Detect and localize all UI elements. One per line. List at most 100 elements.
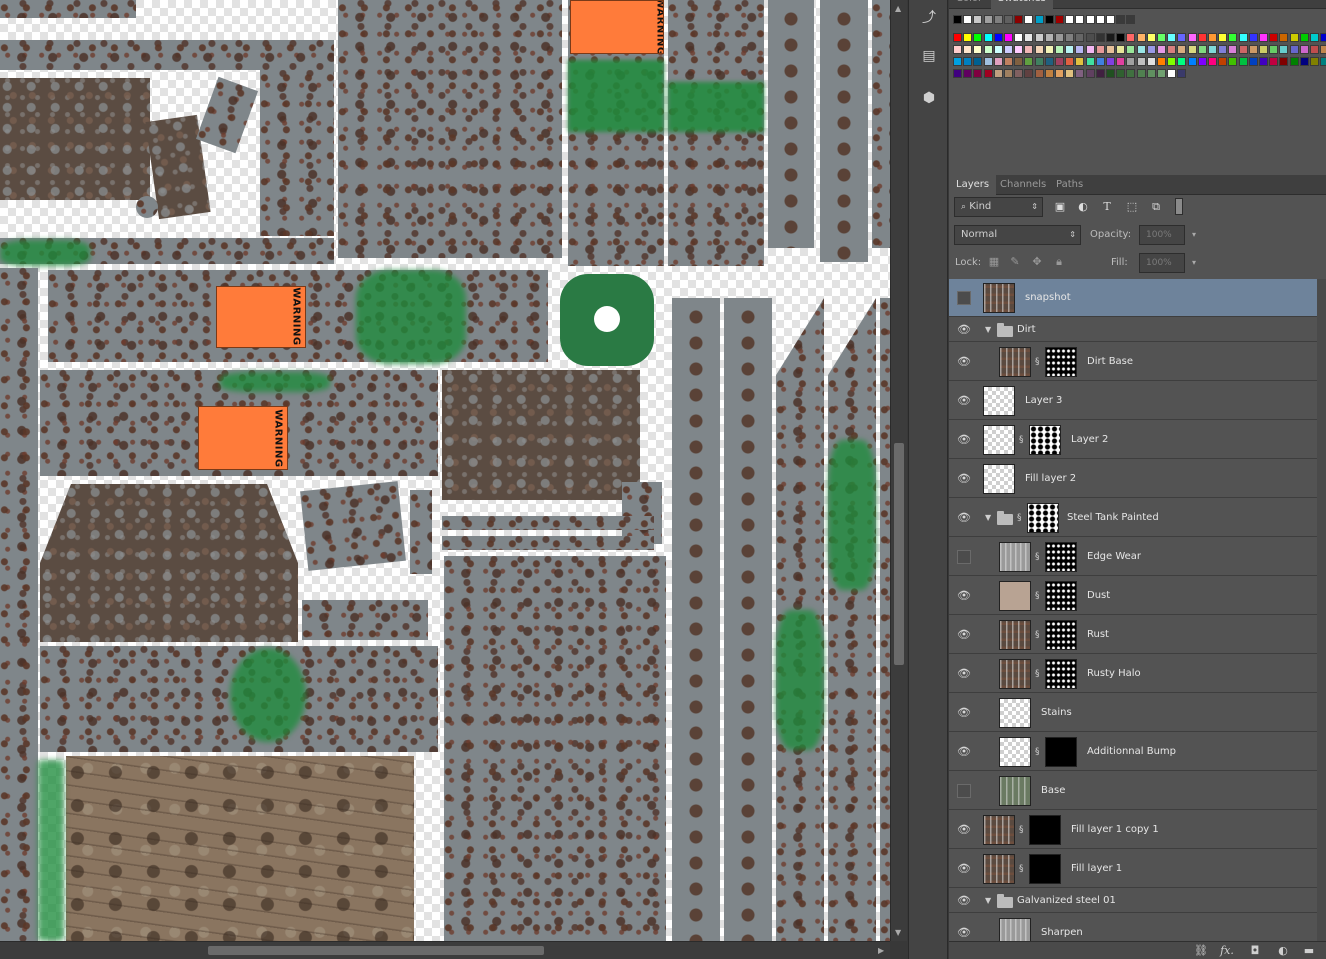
tab-channels[interactable]: Channels xyxy=(993,175,1053,195)
link-chain-icon[interactable]: § xyxy=(1017,512,1023,524)
color-swatch[interactable] xyxy=(993,69,1003,78)
layer-row[interactable]: 👁︎ Layer 3 xyxy=(949,382,1326,420)
color-swatch[interactable] xyxy=(1065,69,1075,78)
color-swatch[interactable] xyxy=(1106,33,1115,42)
visibility-toggle-empty[interactable] xyxy=(957,550,971,564)
layer-thumbnail[interactable] xyxy=(983,854,1015,884)
color-swatch[interactable] xyxy=(1269,33,1279,42)
visibility-toggle-empty[interactable] xyxy=(957,291,971,305)
color-swatch[interactable] xyxy=(953,15,962,24)
color-swatch[interactable] xyxy=(1034,57,1044,66)
color-swatch[interactable] xyxy=(1095,33,1105,42)
color-swatch[interactable] xyxy=(963,15,973,24)
layer-row[interactable]: 👁︎ § Fill layer 1 xyxy=(949,850,1326,888)
color-swatch[interactable] xyxy=(1085,69,1095,78)
color-swatch[interactable] xyxy=(1024,69,1034,78)
color-swatch[interactable] xyxy=(983,33,993,42)
color-swatch[interactable] xyxy=(953,45,962,54)
color-swatch[interactable] xyxy=(983,69,993,78)
layer-mask-thumbnail[interactable] xyxy=(1027,503,1059,533)
color-swatch[interactable] xyxy=(1136,57,1146,66)
mask-icon[interactable]: ◘ xyxy=(1247,944,1263,957)
layer-row[interactable]: 👁︎ § Rust xyxy=(949,616,1326,654)
layer-name[interactable]: Dust xyxy=(1087,590,1110,601)
layer-mask-thumbnail[interactable] xyxy=(1045,737,1077,767)
color-swatch[interactable] xyxy=(1177,57,1187,66)
color-swatch[interactable] xyxy=(1095,15,1105,24)
layer-thumbnail[interactable] xyxy=(999,698,1031,728)
visibility-eye-icon[interactable]: 👁︎ xyxy=(957,472,971,486)
color-swatch[interactable] xyxy=(1014,33,1024,42)
layer-mask-thumbnail[interactable] xyxy=(1029,425,1061,455)
color-swatch[interactable] xyxy=(1136,69,1146,78)
color-swatch[interactable] xyxy=(1218,45,1228,54)
color-swatch[interactable] xyxy=(1034,33,1044,42)
link-chain-icon[interactable]: § xyxy=(1035,668,1041,680)
layer-row[interactable]: 👁︎ § Layer 2 xyxy=(949,421,1326,459)
layer-list[interactable]: snapshot 👁︎ ▼ Dirt 👁︎ § Dirt Base 👁︎ Layer 3 👁︎ § L… xyxy=(949,279,1326,942)
layer-row[interactable]: 👁︎ ▼ Dirt xyxy=(949,318,1326,342)
color-swatch[interactable] xyxy=(1167,69,1177,78)
layer-row[interactable]: 👁︎ § Rusty Halo xyxy=(949,655,1326,693)
layer-name[interactable]: Rust xyxy=(1087,629,1109,640)
color-swatch[interactable] xyxy=(993,15,1003,24)
layer-thumbnail[interactable] xyxy=(983,283,1015,313)
layer-row[interactable]: 👁︎ § Fill layer 1 copy 1 xyxy=(949,811,1326,849)
link-chain-icon[interactable]: § xyxy=(1035,746,1041,758)
color-swatch[interactable] xyxy=(1218,57,1228,66)
color-swatch[interactable] xyxy=(1228,33,1238,42)
layer-name[interactable]: Layer 3 xyxy=(1025,395,1062,406)
color-swatch[interactable] xyxy=(1228,57,1238,66)
visibility-eye-icon[interactable]: 👁︎ xyxy=(957,706,971,720)
color-swatch[interactable] xyxy=(1044,33,1054,42)
color-swatch[interactable] xyxy=(1055,15,1064,24)
tab-swatches[interactable]: Swatches xyxy=(991,0,1053,9)
color-swatch[interactable] xyxy=(1248,33,1258,42)
color-swatch[interactable] xyxy=(1024,45,1034,54)
color-swatch[interactable] xyxy=(1014,45,1024,54)
layer-name[interactable]: Base xyxy=(1041,785,1065,796)
color-swatch[interactable] xyxy=(1167,33,1177,42)
color-swatch[interactable] xyxy=(1004,15,1013,24)
layer-thumbnail[interactable] xyxy=(999,776,1031,806)
color-swatch[interactable] xyxy=(1146,33,1156,42)
color-swatch[interactable] xyxy=(1065,15,1075,24)
link-chain-icon[interactable]: § xyxy=(1035,356,1041,368)
layer-thumbnail[interactable] xyxy=(983,464,1015,494)
color-swatch[interactable] xyxy=(1126,45,1136,54)
layer-mask-thumbnail[interactable] xyxy=(1045,581,1077,611)
color-swatch[interactable] xyxy=(1004,33,1013,42)
color-swatch[interactable] xyxy=(1085,57,1095,66)
color-swatch[interactable] xyxy=(1279,57,1289,66)
color-swatch[interactable] xyxy=(1259,57,1268,66)
color-swatch[interactable] xyxy=(1024,57,1034,66)
color-swatch[interactable] xyxy=(1004,57,1013,66)
color-swatch[interactable] xyxy=(973,33,983,42)
layer-row[interactable]: 👁︎ § Dust xyxy=(949,577,1326,615)
color-swatch[interactable] xyxy=(1085,33,1095,42)
opacity-field[interactable]: 100% ▾ xyxy=(1139,225,1196,245)
color-swatch[interactable] xyxy=(1259,45,1268,54)
color-swatch[interactable] xyxy=(1289,33,1299,42)
fill-field[interactable]: 100% ▾ xyxy=(1139,253,1196,273)
color-swatch[interactable] xyxy=(1208,57,1217,66)
tab-color[interactable]: Color xyxy=(949,0,989,9)
visibility-eye-icon[interactable]: 👁︎ xyxy=(957,323,971,337)
layer-name[interactable]: Fill layer 2 xyxy=(1025,473,1076,484)
visibility-eye-icon[interactable]: 👁︎ xyxy=(957,394,971,408)
color-swatch[interactable] xyxy=(1279,45,1289,54)
visibility-eye-icon[interactable]: 👁︎ xyxy=(957,862,971,876)
fx-icon[interactable]: fx. xyxy=(1219,944,1235,957)
color-swatch[interactable] xyxy=(1044,57,1054,66)
color-swatch[interactable] xyxy=(963,69,973,78)
layer-mask-thumbnail[interactable] xyxy=(1029,815,1061,845)
color-swatch[interactable] xyxy=(1004,45,1013,54)
color-swatch[interactable] xyxy=(1187,45,1197,54)
color-swatch[interactable] xyxy=(1126,57,1136,66)
layer-name[interactable]: Edge Wear xyxy=(1087,551,1141,562)
layer-thumbnail[interactable] xyxy=(983,815,1015,845)
color-swatch[interactable] xyxy=(1106,57,1115,66)
tab-layers[interactable]: Layers xyxy=(949,175,997,195)
layer-filter-select[interactable]: ⌕ Kind ⇕ xyxy=(954,197,1043,217)
layer-row[interactable]: Base xyxy=(949,772,1326,810)
